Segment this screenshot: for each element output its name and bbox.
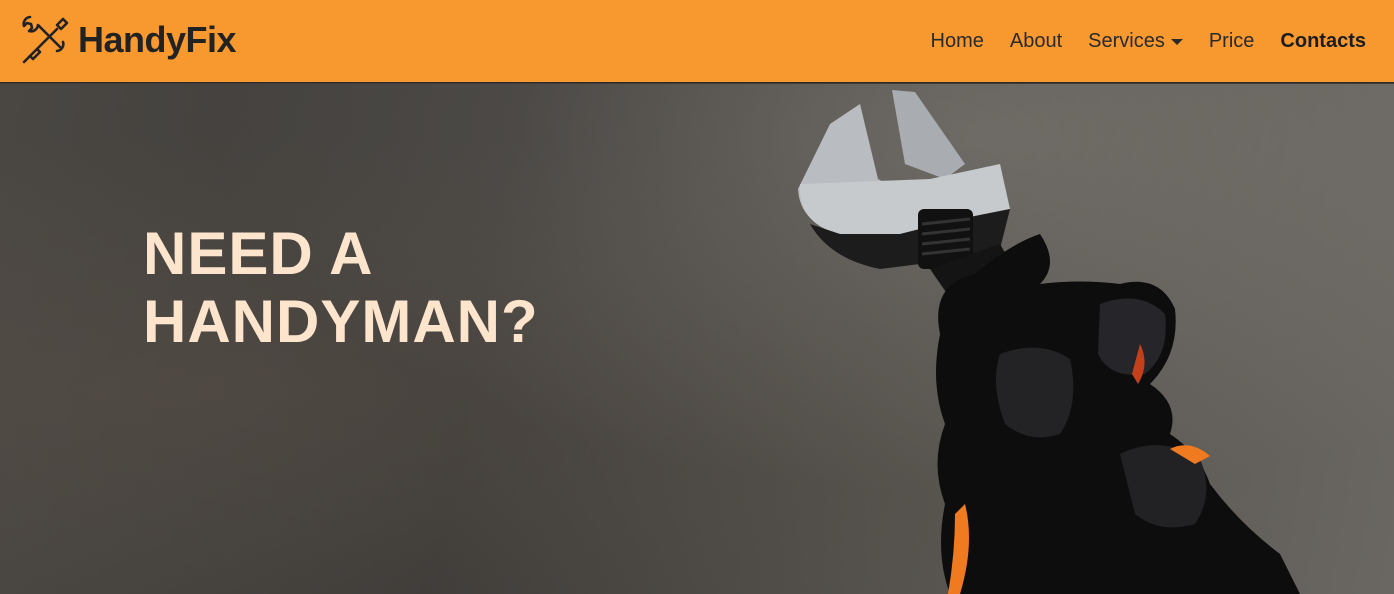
nav-services[interactable]: Services xyxy=(1088,30,1183,53)
hero-headline-line1: NEED A xyxy=(143,220,374,287)
main-nav: Home About Services Price Contacts xyxy=(905,0,1366,83)
nav-contacts[interactable]: Contacts xyxy=(1280,30,1366,53)
brand-link[interactable]: HandyFix xyxy=(16,10,237,70)
nav-services-label: Services xyxy=(1088,30,1165,52)
wrench-screwdriver-icon xyxy=(22,15,69,64)
hero-headline-line2: HANDYMAN? xyxy=(143,288,539,355)
navbar: HandyFix Home About Services Price Conta… xyxy=(0,0,1394,83)
nav-about[interactable]: About xyxy=(1010,30,1062,53)
nav-price[interactable]: Price xyxy=(1209,30,1255,53)
hero-banner: NEED A HANDYMAN? xyxy=(0,84,1394,594)
hero-headline: NEED A HANDYMAN? xyxy=(143,220,539,356)
brand-name: HandyFix xyxy=(78,19,237,60)
nav-home[interactable]: Home xyxy=(931,30,984,53)
glove-illustration xyxy=(936,234,1300,594)
caret-down-icon xyxy=(1170,38,1183,45)
